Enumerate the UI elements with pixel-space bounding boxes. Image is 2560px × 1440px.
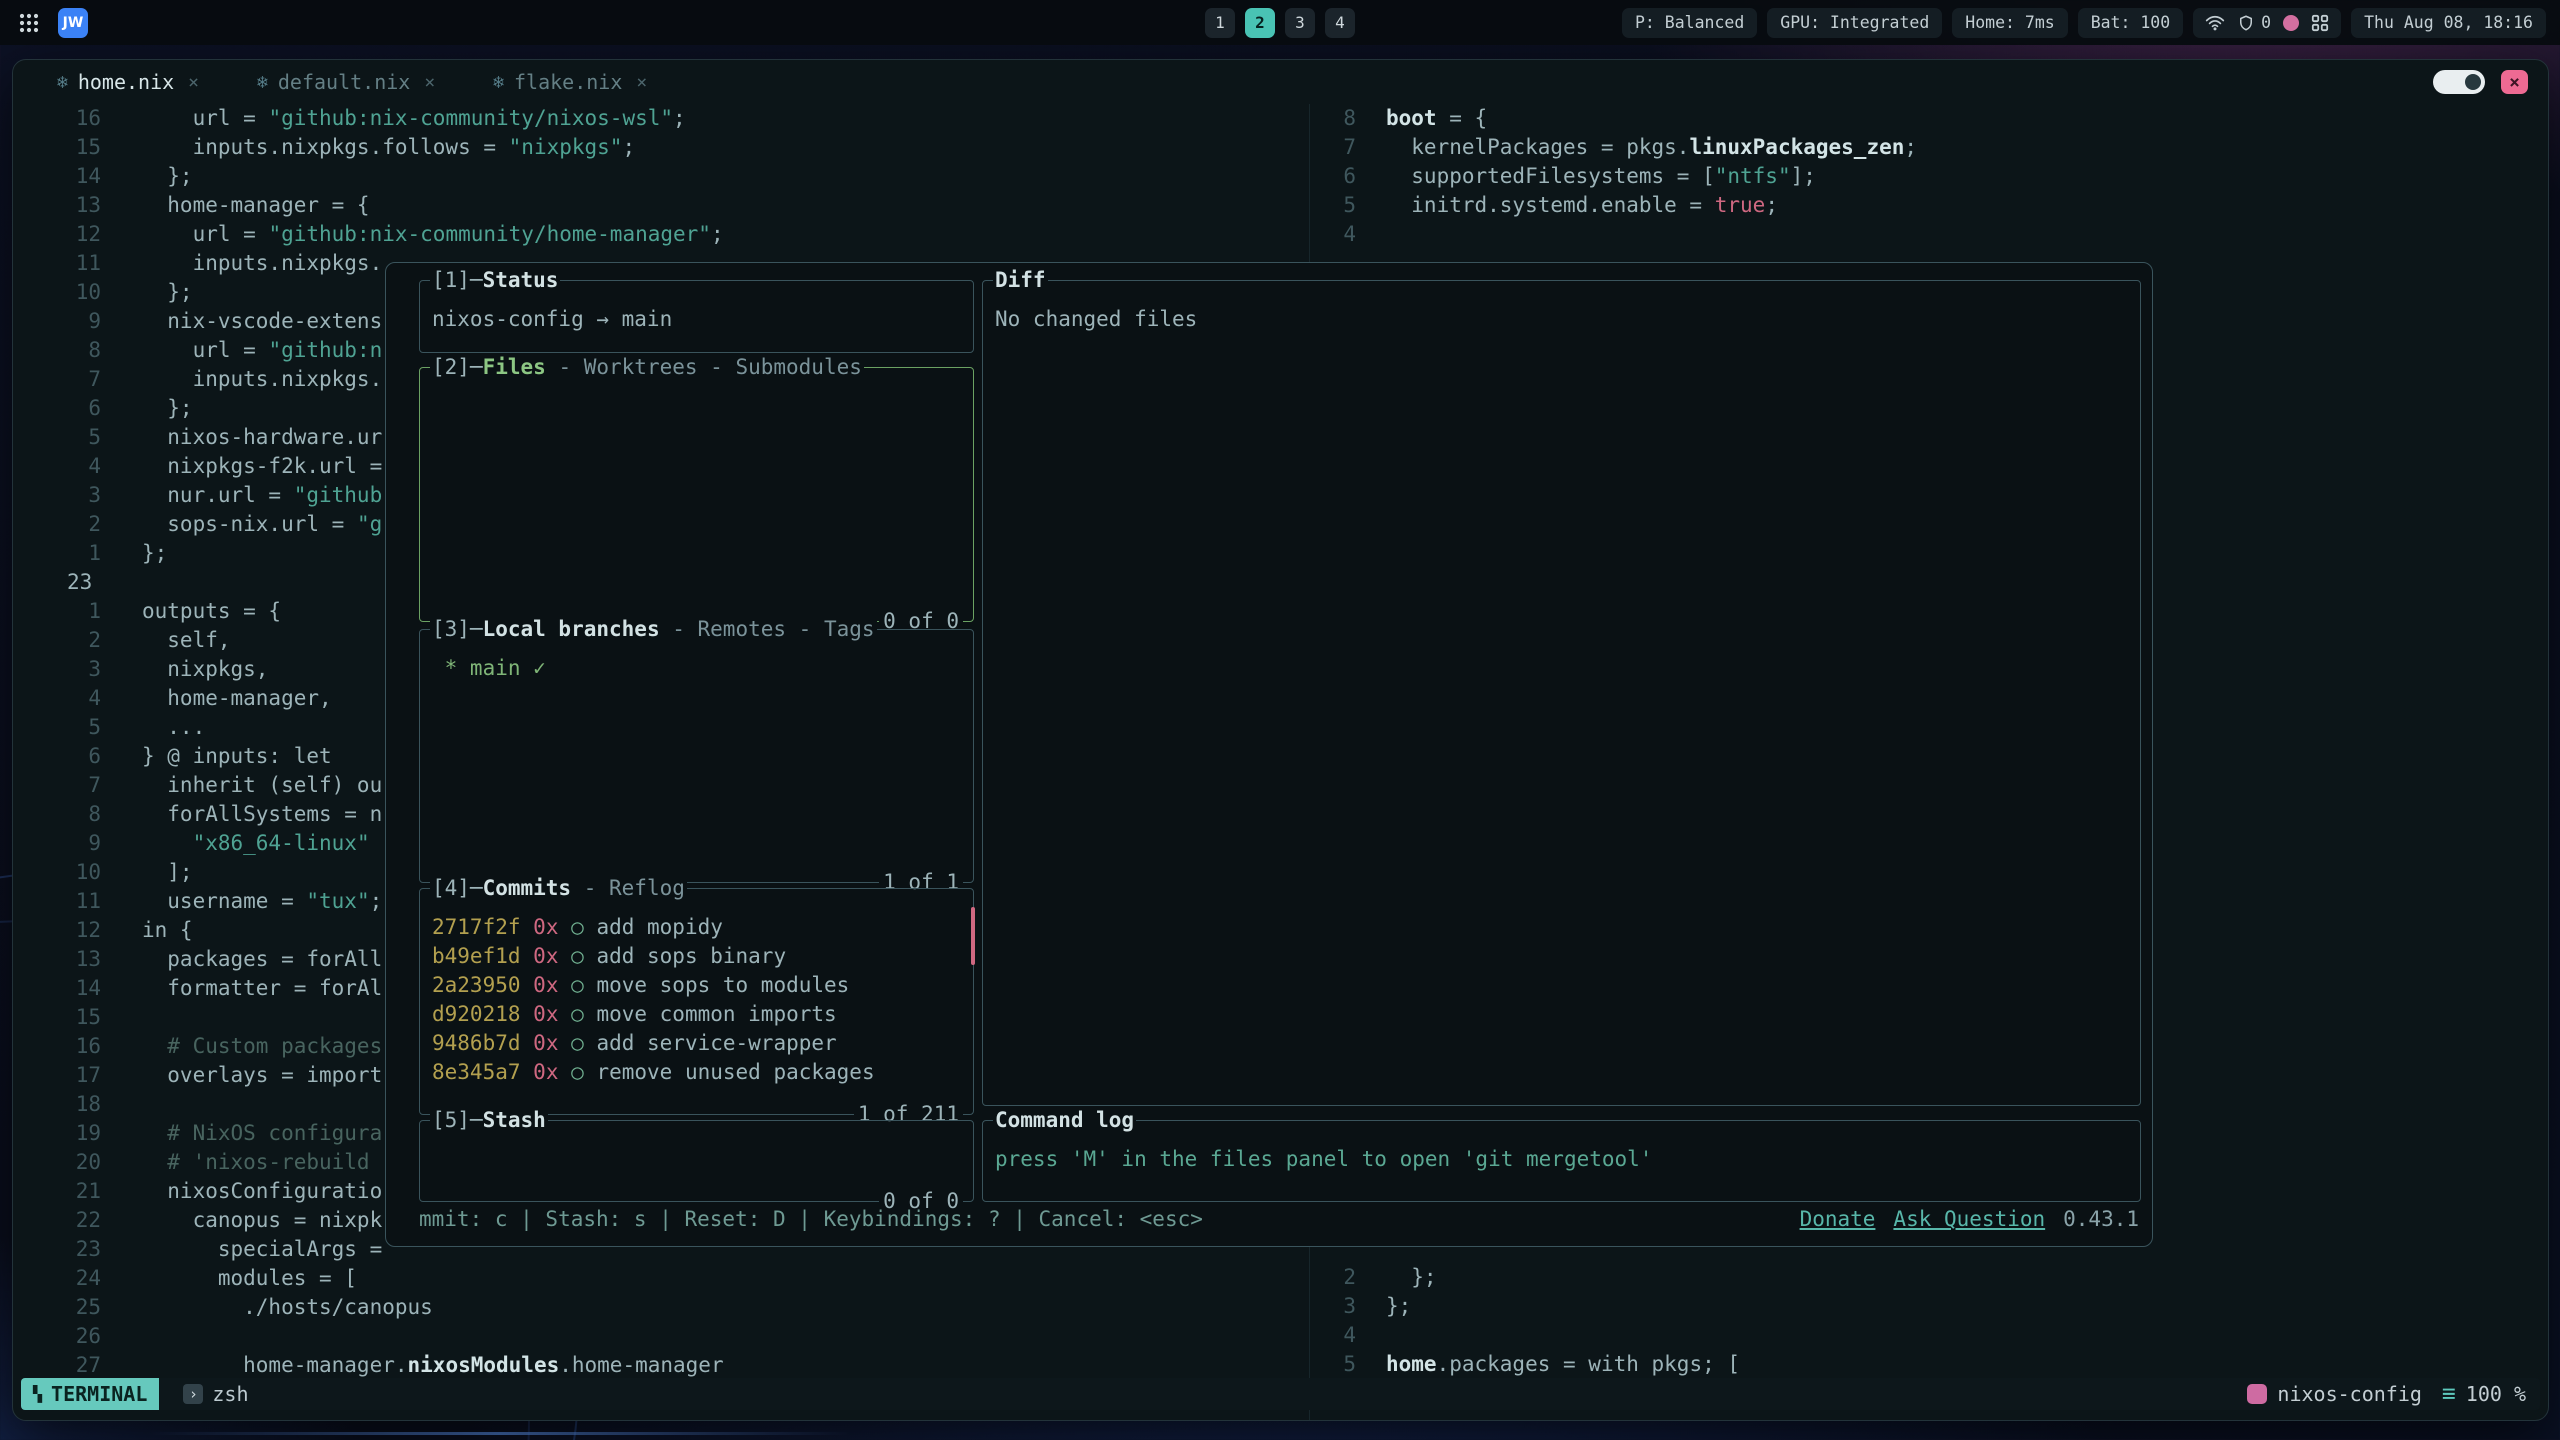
wifi-icon[interactable] <box>2205 13 2225 33</box>
nix-flake-icon: ❄ <box>57 72 68 93</box>
ask-question-link[interactable]: Ask Question <box>1893 1205 2045 1234</box>
topbar-modules: P: Balanced GPU: Integrated Home: 7ms Bat: … <box>1622 8 2183 38</box>
code-line: 5 initrd.systemd.enable = true; <box>1268 191 1917 220</box>
status-module: P: Balanced <box>1622 8 1757 38</box>
lazygit-version: 0.43.1 <box>2063 1205 2139 1234</box>
status-module: Home: 7ms <box>1952 8 2067 38</box>
nix-flake-icon: ❄ <box>257 72 268 93</box>
code-line: 5home.packages = with pkgs; [ <box>1268 1350 1740 1379</box>
code-line: 24 modules = [ <box>13 1264 724 1293</box>
tab-bar: ❄ home.nix × ❄ default.nix × ❄ flake.nix × × <box>13 60 2548 104</box>
color-indicator-icon[interactable] <box>2283 15 2299 31</box>
session-badge-icon <box>2247 1384 2267 1404</box>
workspace-button-3[interactable]: 3 <box>1285 8 1315 38</box>
lazygit-diff-panel[interactable]: Diff No changed files <box>982 280 2141 1106</box>
commit-row[interactable]: 2a23950 0x ○ move sops to modules <box>432 971 961 1000</box>
status-module: Bat: 100 <box>2078 8 2183 38</box>
app-menu-icon[interactable] <box>14 8 44 38</box>
branch-row[interactable]: * main ✓ <box>432 656 546 680</box>
shield-icon[interactable] <box>2237 13 2255 33</box>
keybinding-hints: mmit: c | Stash: s | Reset: D | Keybindi… <box>419 1205 1203 1234</box>
code-line: 3}; <box>1268 1292 1740 1321</box>
code-line: 4 <box>1268 1321 1740 1350</box>
donate-link[interactable]: Donate <box>1800 1205 1876 1234</box>
repo-branch-status: nixos-config → main <box>432 307 672 331</box>
lazygit-help-bar: mmit: c | Stash: s | Reset: D | Keybindi… <box>419 1205 2139 1234</box>
tab-close-icon[interactable]: × <box>188 72 199 93</box>
terminal-status-bar: ▚ TERMINAL › zsh nixos-config ≡ 100 % <box>21 1378 2540 1410</box>
status-module: GPU: Integrated <box>1767 8 1942 38</box>
clock[interactable]: Thu Aug 08, 18:16 <box>2351 8 2546 38</box>
window-close-button[interactable]: × <box>2501 70 2528 94</box>
workspace-button-1[interactable]: 1 <box>1205 8 1235 38</box>
tab-zsh[interactable]: › zsh <box>167 1378 264 1410</box>
code-line: 4 <box>1268 220 1917 249</box>
workspace-button-4[interactable]: 4 <box>1325 8 1355 38</box>
tab-default.nix[interactable]: ❄ default.nix × <box>257 70 435 94</box>
code-line: 2 }; <box>1268 1263 1740 1292</box>
mode-label: TERMINAL <box>51 1382 147 1406</box>
tab-bar-tabs: ❄ home.nix × ❄ default.nix × ❄ flake.nix × <box>57 70 647 94</box>
pin-toggle[interactable] <box>2433 70 2485 94</box>
lazygit-command-log-panel[interactable]: Command log press 'M' in the files panel… <box>982 1120 2141 1202</box>
tray: 0 <box>2193 8 2341 38</box>
lazygit-branches-panel[interactable]: [3]─Local branches - Remotes - Tags * ma… <box>419 629 974 883</box>
lazygit-popup: [1]─Status nixos-config → main [2]─Files… <box>385 262 2153 1247</box>
code-line: 8boot = { <box>1268 104 1917 133</box>
commit-row[interactable]: 2717f2f 0x ○ add mopidy <box>432 913 961 942</box>
tab-label: flake.nix <box>514 70 622 94</box>
code-line: 12 url = "github:nix-community/home-mana… <box>13 220 724 249</box>
wallpaper-glow-line <box>150 1432 850 1435</box>
editor-pane-right-bottom[interactable]: 2 };3};45home.packages = with pkgs; [ <box>1268 1263 1740 1379</box>
commit-row[interactable]: b49ef1d 0x ○ add sops binary <box>432 942 961 971</box>
tab-label: default.nix <box>278 70 410 94</box>
code-line: 7 kernelPackages = pkgs.linuxPackages_ze… <box>1268 133 1917 162</box>
commits-scrollbar[interactable] <box>971 907 975 965</box>
top-bar: JW 1234 P: Balanced GPU: Integrated Home: … <box>0 0 2560 45</box>
code-line: 26 <box>13 1322 724 1351</box>
workspace-button-2[interactable]: 2 <box>1245 8 1275 38</box>
scroll-lines-icon: ≡ <box>2442 1381 2456 1407</box>
editor-pane-right-top[interactable]: 8boot = {7 kernelPackages = pkgs.linuxPa… <box>1268 104 1917 249</box>
code-line: 13 home-manager = { <box>13 191 724 220</box>
logo-badge[interactable]: JW <box>58 8 88 38</box>
code-line: 14 }; <box>13 162 724 191</box>
mode-indicator: ▚ TERMINAL <box>21 1378 159 1410</box>
lazygit-commits-panel[interactable]: [4]─Commits - Reflog 2717f2f 0x ○ add mo… <box>419 888 974 1115</box>
lazygit-status-panel[interactable]: [1]─Status nixos-config → main <box>419 280 974 353</box>
toggle-knob <box>2465 74 2481 90</box>
command-log-message: press 'M' in the files panel to open 'gi… <box>995 1147 1652 1171</box>
shield-count: 0 <box>2261 13 2271 32</box>
workspaces: 1234 <box>1205 8 1355 38</box>
shell-tab-label: zsh <box>212 1382 248 1406</box>
nix-flake-icon: ❄ <box>493 72 504 93</box>
code-line: 6 supportedFilesystems = ["ntfs"]; <box>1268 162 1917 191</box>
lazygit-stash-panel[interactable]: [5]─Stash 0 of 0 <box>419 1120 974 1202</box>
grid-4-icon[interactable] <box>2311 14 2329 32</box>
commit-row[interactable]: 9486b7d 0x ○ add service-wrapper <box>432 1029 961 1058</box>
tab-close-icon[interactable]: × <box>636 72 647 93</box>
tab-label: home.nix <box>78 70 174 94</box>
session-name: nixos-config <box>2277 1382 2422 1406</box>
tab-home.nix[interactable]: ❄ home.nix × <box>57 70 199 94</box>
tab-flake.nix[interactable]: ❄ flake.nix × <box>493 70 647 94</box>
grid-9-icon <box>18 12 40 34</box>
commit-list: 2717f2f 0x ○ add mopidyb49ef1d 0x ○ add … <box>420 889 973 1087</box>
terminal-window: ❄ home.nix × ❄ default.nix × ❄ flake.nix × × 16 … <box>12 59 2549 1421</box>
tab-close-icon[interactable]: × <box>424 72 435 93</box>
zellij-mode-icon: ▚ <box>33 1385 42 1403</box>
lazygit-files-panel[interactable]: [2]─Files - Worktrees - Submodules 0 of … <box>419 367 974 622</box>
code-line: 15 inputs.nixpkgs.follows = "nixpkgs"; <box>13 133 724 162</box>
diff-message: No changed files <box>995 307 1197 331</box>
shell-prompt-icon: › <box>183 1384 203 1404</box>
commit-row[interactable]: d920218 0x ○ move common imports <box>432 1000 961 1029</box>
commit-row[interactable]: 8e345a7 0x ○ remove unused packages <box>432 1058 961 1087</box>
code-line: 27 home-manager.nixosModules.home-manage… <box>13 1351 724 1380</box>
code-line: 25 ./hosts/canopus <box>13 1293 724 1322</box>
code-line: 16 url = "github:nix-community/nixos-wsl… <box>13 104 724 133</box>
scroll-percent: 100 % <box>2466 1382 2526 1406</box>
